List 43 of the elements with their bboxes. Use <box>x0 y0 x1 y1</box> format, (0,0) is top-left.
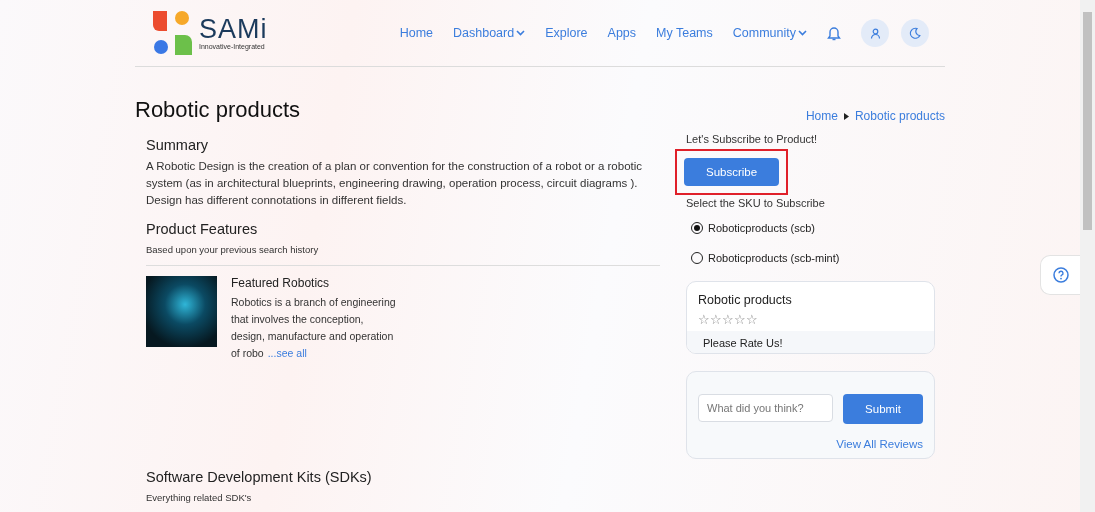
nav-link[interactable]: My Teams <box>656 26 713 40</box>
see-all-link[interactable]: ...see all <box>267 347 307 359</box>
moon-icon <box>909 27 921 39</box>
photo-placeholder <box>146 276 217 347</box>
nav-link[interactable]: Explore <box>545 26 588 40</box>
view-reviews-link[interactable]: View All Reviews <box>836 438 923 450</box>
user-button[interactable] <box>861 19 889 47</box>
section-subtitle: Everything related SDK's <box>146 492 253 503</box>
subscribe-prompt: Let's Subscribe to Product! <box>686 133 819 145</box>
scrollbar[interactable] <box>1080 0 1095 512</box>
submit-button[interactable]: Submit <box>843 394 923 424</box>
breadcrumb-link[interactable]: Robotic products <box>854 109 945 123</box>
logo-icon <box>151 9 193 57</box>
section-heading: Product Features <box>146 221 259 237</box>
dark-mode-button[interactable] <box>901 19 929 47</box>
sku-label: Select the SKU to Subscribe <box>686 197 826 209</box>
rate-prompt: Please Rate Us! <box>687 331 934 353</box>
chevron-down-icon <box>798 30 807 36</box>
brand-name: SAMi <box>199 16 268 43</box>
page-title: Robotic products <box>135 97 301 123</box>
sku-radio[interactable]: Roboticproducts (scb-mint) <box>691 247 935 269</box>
feature-title: Featured Robotics <box>231 276 331 290</box>
user-icon <box>869 27 881 39</box>
feature-text: Robotics is a branch of engineering that involves the conception, design, manufacture and operation of robo ...see all <box>231 295 396 361</box>
breadcrumb-link[interactable]: Home <box>805 109 838 123</box>
nav-link[interactable]: Home <box>399 26 433 40</box>
subscribe-button[interactable]: Subscribe <box>684 158 780 186</box>
card-title: Robotic products <box>697 292 793 309</box>
summary-text: A Robotic Design is the creation of a plan or convention for the construction of a robot or a robotic system (as in architectural blueprints, engineering drawing, operation process, circuit diagrams ). Design has different connotations in different fields. <box>146 159 644 208</box>
section-subtitle: Based upon your previous search history <box>146 244 320 255</box>
nav-link[interactable]: Dashboard <box>453 26 526 40</box>
section-heading: Software Development Kits (SDKs) <box>146 469 373 485</box>
help-button[interactable] <box>1040 255 1080 295</box>
star-rating[interactable]: ☆☆☆☆☆ <box>687 311 934 331</box>
nav-link[interactable]: Community <box>732 26 807 40</box>
review-input[interactable]: What did you think? <box>698 394 833 422</box>
caret-right-icon <box>843 112 849 120</box>
chevron-down-icon <box>516 30 526 36</box>
section-heading: Summary <box>146 137 210 153</box>
bell-icon[interactable] <box>827 25 841 41</box>
nav-link[interactable]: Apps <box>607 26 637 40</box>
help-icon <box>1052 267 1069 283</box>
sku-radio[interactable]: Roboticproducts (scb) <box>691 217 935 239</box>
